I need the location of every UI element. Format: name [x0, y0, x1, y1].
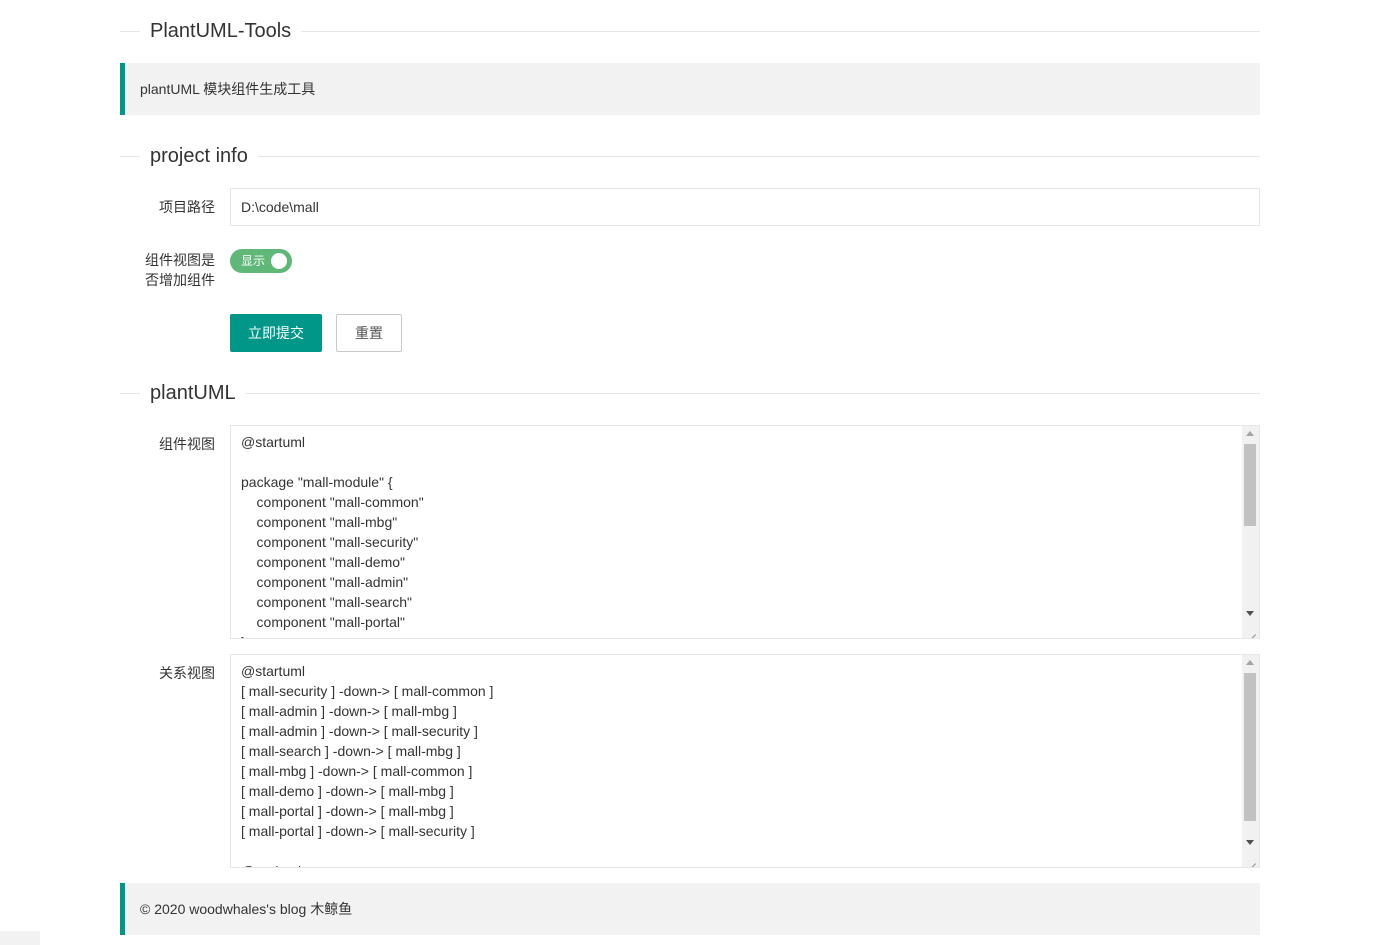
scroll-up-icon[interactable]: [1246, 431, 1254, 436]
subtitle-quote: plantUML 模块组件生成工具: [120, 63, 1260, 115]
scroll-thumb[interactable]: [1244, 444, 1256, 526]
scroll-up-icon[interactable]: [1246, 660, 1254, 665]
project-path-label: 项目路径: [159, 199, 215, 215]
component-view-code: @startuml package "mall-module" { compon…: [241, 434, 424, 638]
project-path-input[interactable]: [230, 188, 1260, 226]
resize-grip-icon[interactable]: [1242, 621, 1259, 638]
scroll-down-icon[interactable]: [1246, 611, 1254, 616]
toggle-label-line1: 组件视图是: [145, 252, 215, 268]
add-component-toggle-label: 组件视图是 否增加组件: [120, 250, 230, 290]
divider: [120, 393, 1260, 394]
plantuml-title: plantUML: [140, 381, 246, 405]
resize-grip-icon[interactable]: [1242, 850, 1259, 867]
scroll-thumb[interactable]: [1244, 673, 1256, 821]
page-title: PlantUML-Tools: [140, 19, 302, 43]
add-component-switch[interactable]: 显示: [230, 249, 292, 273]
scroll-down-icon[interactable]: [1246, 840, 1254, 845]
relation-view-code: @startuml [ mall-security ] -down-> [ ma…: [241, 663, 494, 867]
corner-widget: [0, 931, 40, 945]
divider: [120, 156, 1260, 157]
switch-text: 显示: [241, 254, 266, 268]
project-info-fieldset: project info: [120, 144, 1260, 168]
reset-button[interactable]: 重置: [336, 314, 402, 352]
component-view-label: 组件视图: [159, 436, 215, 452]
toggle-label-line2: 否增加组件: [145, 272, 215, 288]
relation-view-scrollbar[interactable]: [1242, 655, 1259, 867]
relation-view-label: 关系视图: [159, 665, 215, 681]
footer-quote: © 2020 woodwhales's blog 木鲸鱼: [120, 883, 1260, 935]
plantuml-fieldset: plantUML: [120, 381, 1260, 405]
relation-view-textarea[interactable]: @startuml [ mall-security ] -down-> [ ma…: [230, 654, 1260, 868]
component-view-scrollbar[interactable]: [1242, 426, 1259, 638]
component-view-textarea[interactable]: @startuml package "mall-module" { compon…: [230, 425, 1260, 639]
switch-knob: [271, 253, 287, 269]
project-info-title: project info: [140, 144, 258, 168]
submit-button[interactable]: 立即提交: [230, 314, 322, 352]
page-title-fieldset: PlantUML-Tools: [120, 19, 1260, 43]
